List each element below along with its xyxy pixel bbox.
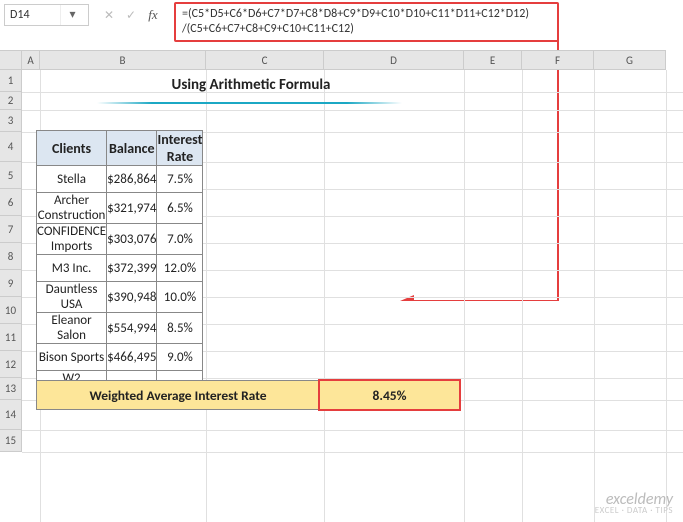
cancel-icon[interactable]: ✕ — [100, 8, 118, 23]
cell-rate[interactable]: 8.5% — [157, 313, 203, 344]
cell-rate[interactable]: 6.5% — [157, 193, 203, 224]
col-A[interactable]: A — [22, 51, 40, 69]
col-E[interactable]: E — [464, 51, 522, 69]
cell-rate[interactable]: 12.0% — [157, 255, 203, 282]
cell-client[interactable]: Stella — [37, 166, 107, 193]
table-row: Dauntless USA$390,94810.0% — [37, 282, 203, 313]
col-C[interactable]: C — [206, 51, 324, 69]
result-value[interactable]: 8.45% — [320, 380, 460, 410]
cell-client[interactable]: Archer Construction — [37, 193, 107, 224]
data-table: Clients Balance Interest Rate Stella$286… — [36, 130, 203, 402]
header-rate: Interest Rate — [157, 131, 203, 166]
name-box[interactable]: ▾ — [4, 4, 89, 26]
header-clients: Clients — [37, 131, 107, 166]
row-3[interactable]: 3 — [0, 110, 21, 132]
row-13[interactable]: 13 — [0, 378, 21, 400]
name-box-input[interactable] — [5, 6, 60, 24]
title-underline — [97, 102, 402, 104]
table-row: Bison Sports$466,4959.0% — [37, 344, 203, 371]
table-row: CONFIDENCE Imports$303,0767.0% — [37, 224, 203, 255]
cell-client[interactable]: CONFIDENCE Imports — [37, 224, 107, 255]
row-12[interactable]: 12 — [0, 351, 21, 378]
cell-balance[interactable]: $466,495 — [107, 344, 157, 371]
page-title: Using Arithmetic Formula — [36, 76, 466, 94]
result-label: Weighted Average Interest Rate — [36, 380, 320, 410]
enter-icon[interactable]: ✓ — [122, 8, 140, 23]
row-6[interactable]: 6 — [0, 189, 21, 216]
row-8[interactable]: 8 — [0, 243, 21, 270]
cell-rate[interactable]: 10.0% — [157, 282, 203, 313]
cell-rate[interactable]: 7.5% — [157, 166, 203, 193]
row-2[interactable]: 2 — [0, 92, 21, 110]
row-7[interactable]: 7 — [0, 216, 21, 243]
row-5[interactable]: 5 — [0, 162, 21, 189]
cell-balance[interactable]: $303,076 — [107, 224, 157, 255]
cell-client[interactable]: Dauntless USA — [37, 282, 107, 313]
result-row: Weighted Average Interest Rate 8.45% — [36, 380, 460, 410]
table-row: Eleanor Salon$554,9948.5% — [37, 313, 203, 344]
col-G[interactable]: G — [594, 51, 666, 69]
col-D[interactable]: D — [324, 51, 464, 69]
row-4[interactable]: 4 — [0, 132, 21, 162]
cell-balance[interactable]: $554,994 — [107, 313, 157, 344]
cell-balance[interactable]: $390,948 — [107, 282, 157, 313]
row-headers[interactable]: 123456789101112131415 — [0, 70, 22, 452]
formula-line-1: =(C5*D5+C6*D6+C7*D7+C8*D8+C9*D9+C10*D10+… — [182, 7, 551, 22]
cell-balance[interactable]: $321,974 — [107, 193, 157, 224]
formula-bar[interactable]: =(C5*D5+C6*D6+C7*D7+C8*D8+C9*D9+C10*D10+… — [174, 2, 559, 42]
row-15[interactable]: 15 — [0, 430, 21, 452]
row-11[interactable]: 11 — [0, 324, 21, 351]
watermark: exceldemy EXCEL · DATA · TIPS — [595, 494, 673, 516]
cell-client[interactable]: Eleanor Salon — [37, 313, 107, 344]
row-9[interactable]: 9 — [0, 270, 21, 297]
name-box-dropdown-icon[interactable]: ▾ — [60, 5, 84, 25]
cell-client[interactable]: Bison Sports — [37, 344, 107, 371]
cell-client[interactable]: M3 Inc. — [37, 255, 107, 282]
row-10[interactable]: 10 — [0, 297, 21, 324]
cell-rate[interactable]: 9.0% — [157, 344, 203, 371]
cell-rate[interactable]: 7.0% — [157, 224, 203, 255]
table-row: Stella$286,8647.5% — [37, 166, 203, 193]
fx-icon[interactable]: fx — [144, 7, 162, 23]
row-14[interactable]: 14 — [0, 400, 21, 430]
formula-tools: ✕ ✓ fx — [100, 4, 162, 26]
column-headers[interactable]: A B C D E F G — [0, 50, 666, 70]
header-balance: Balance — [107, 131, 157, 166]
col-F[interactable]: F — [522, 51, 594, 69]
col-B[interactable]: B — [40, 51, 206, 69]
table-row: Archer Construction$321,9746.5% — [37, 193, 203, 224]
cell-balance[interactable]: $372,399 — [107, 255, 157, 282]
cell-balance[interactable]: $286,864 — [107, 166, 157, 193]
formula-line-2: /(C5+C6+C7+C8+C9+C10+C11+C12) — [182, 22, 551, 37]
row-1[interactable]: 1 — [0, 70, 21, 92]
table-row: M3 Inc.$372,39912.0% — [37, 255, 203, 282]
